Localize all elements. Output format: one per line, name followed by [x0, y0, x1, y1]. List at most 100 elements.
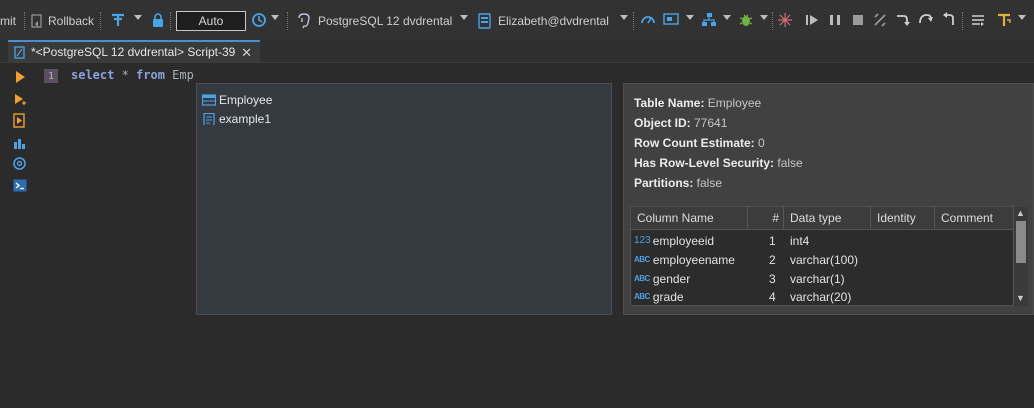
autocomplete-item-label: Employee	[219, 93, 273, 107]
scroll-down-icon[interactable]: ▼	[1016, 293, 1025, 303]
cell-data-type: varchar(20)	[790, 289, 852, 304]
toolbar-separator	[633, 12, 635, 30]
stop-icon[interactable]	[850, 12, 866, 28]
scrollbar-thumb[interactable]	[1016, 221, 1026, 263]
object-id-row: Object ID: 77641	[634, 116, 727, 130]
close-icon[interactable]: ✕	[241, 45, 252, 61]
transaction-mode-icon[interactable]	[110, 12, 126, 28]
toolbar-separator	[962, 12, 964, 30]
script-icon	[203, 113, 215, 125]
autocomplete-item-label: example1	[219, 112, 272, 126]
table-row[interactable]: ABC grade 4 varchar(20)	[631, 287, 1014, 306]
toolbar-separator	[24, 12, 26, 30]
table-row[interactable]: ABC employeename 2 varchar(100)	[631, 250, 1014, 269]
transform-icon[interactable]	[996, 12, 1012, 28]
execute-script-icon[interactable]	[12, 113, 27, 128]
step-over-icon[interactable]	[918, 12, 934, 28]
commit-button[interactable]: mit	[0, 12, 16, 30]
rls-label: Has Row-Level Security:	[634, 156, 775, 170]
schema-label: Elizabeth@dvdrental	[498, 14, 609, 28]
breakpoint-icon[interactable]	[777, 12, 793, 28]
debug-icon[interactable]	[738, 12, 754, 28]
scroll-up-icon[interactable]: ▲	[1016, 208, 1025, 218]
ai-assistant-icon[interactable]	[12, 156, 27, 171]
query-manager-dropdown[interactable]	[686, 15, 694, 20]
format-icon[interactable]	[970, 12, 986, 28]
schema-dropdown[interactable]	[620, 15, 628, 20]
columns-table-scrollbar[interactable]: ▲ ▼	[1013, 207, 1028, 306]
code-partial-identifier: Emp	[164, 68, 194, 82]
tab-script-39[interactable]: *<PostgreSQL 12 dvdrental> Script-39 ✕	[8, 40, 260, 62]
table-row[interactable]: ABC gender 3 varchar(1)	[631, 269, 1014, 288]
code-star: *	[114, 68, 137, 82]
partitions-row: Partitions: false	[634, 176, 722, 190]
column-header-name[interactable]: Column Name	[631, 207, 748, 229]
transform-dropdown[interactable]	[1018, 15, 1026, 20]
cell-number: 2	[769, 252, 776, 267]
transaction-mode-field[interactable]: Auto	[176, 11, 246, 31]
debug-dropdown[interactable]	[760, 15, 768, 20]
commit-label: mit	[0, 14, 16, 28]
cell-number: 4	[769, 289, 776, 304]
autocomplete-item-employee[interactable]: Employee	[202, 91, 272, 109]
pause-icon[interactable]	[827, 12, 843, 28]
query-manager-icon[interactable]	[663, 12, 679, 28]
autocomplete-item-example1[interactable]: example1	[202, 110, 271, 128]
editor-side-toolbar	[0, 63, 36, 408]
toolbar-separator	[170, 12, 172, 30]
table-icon	[202, 94, 216, 106]
cell-column-name: ABC grade	[634, 287, 684, 306]
column-header-identity[interactable]: Identity	[871, 207, 935, 229]
toolbar-separator	[100, 12, 102, 30]
row-count-row: Row Count Estimate: 0	[634, 136, 765, 150]
toolbar-separator	[772, 12, 774, 30]
rls-row: Has Row-Level Security: false	[634, 156, 803, 170]
cell-column-name: ABC gender	[634, 269, 690, 288]
execute-statement-new-tab-icon[interactable]	[12, 92, 27, 107]
cell-number: 3	[769, 271, 776, 286]
partitions-value: false	[693, 176, 723, 190]
columns-table-header: Column Name # Data type Identity Comment	[631, 207, 1014, 230]
row-count-value: 0	[754, 136, 765, 150]
numeric-type-icon: 123	[634, 235, 651, 246]
table-name-value: Employee	[704, 96, 762, 110]
cell-data-type: varchar(1)	[790, 271, 845, 286]
dashboard-icon[interactable]	[640, 12, 656, 28]
terminal-icon[interactable]	[12, 178, 27, 193]
disconnect-icon[interactable]	[872, 12, 888, 28]
step-return-icon[interactable]	[941, 12, 957, 28]
postgresql-icon	[298, 13, 310, 29]
lock-icon[interactable]	[150, 12, 166, 28]
column-name-text: grade	[652, 289, 684, 304]
datasource-dropdown[interactable]	[460, 15, 468, 20]
autocomplete-popup: Employee example1	[196, 83, 612, 315]
string-type-icon: ABC	[634, 274, 650, 283]
rollback-button[interactable]: Rollback	[30, 12, 94, 30]
column-name-text: gender	[652, 271, 691, 286]
cell-data-type: varchar(100)	[790, 252, 859, 267]
table-row[interactable]: 123 employeeid 1 int4	[631, 231, 1014, 250]
schema-selector[interactable]: Elizabeth@dvdrental	[478, 12, 609, 30]
column-header-data-type[interactable]: Data type	[784, 207, 871, 229]
execute-statement-icon[interactable]	[12, 69, 27, 84]
network-icon[interactable]	[701, 12, 717, 28]
history-dropdown[interactable]	[271, 15, 279, 20]
column-header-number[interactable]: #	[748, 207, 784, 229]
column-header-comment[interactable]: Comment	[935, 207, 1014, 229]
string-type-icon: ABC	[634, 255, 650, 264]
sql-script-icon	[14, 45, 25, 59]
object-info-panel: Table Name: Employee Object ID: 77641 Ro…	[623, 83, 1034, 315]
transaction-mode-dropdown[interactable]	[134, 15, 142, 20]
history-icon[interactable]	[251, 12, 267, 28]
step-into-icon[interactable]	[895, 12, 911, 28]
main-toolbar: mit Rollback Auto PostgreSQL 12 dvdrenta…	[0, 0, 1034, 40]
code-line[interactable]: select * from Emp	[71, 68, 194, 82]
column-name-text: employeename	[652, 252, 735, 267]
datasource-selector[interactable]: PostgreSQL 12 dvdrental	[296, 12, 452, 30]
cell-column-name: 123 employeeid	[634, 231, 714, 250]
line-number: 1	[44, 69, 58, 83]
network-dropdown[interactable]	[723, 15, 731, 20]
resume-icon[interactable]	[804, 12, 820, 28]
explain-plan-icon[interactable]	[12, 135, 27, 150]
cell-data-type: int4	[790, 233, 810, 248]
